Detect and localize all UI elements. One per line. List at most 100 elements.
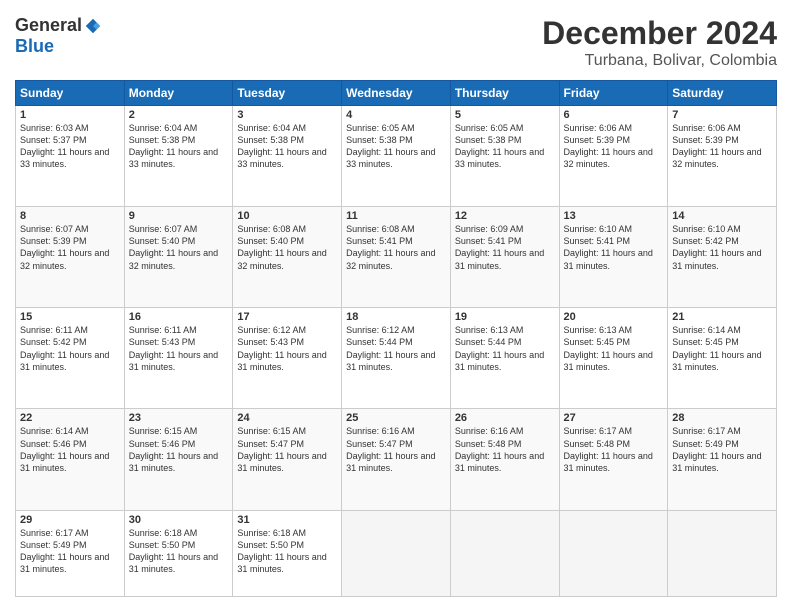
table-row: 12Sunrise: 6:09 AMSunset: 5:41 PMDayligh… (450, 207, 559, 308)
calendar-week-row: 1Sunrise: 6:03 AMSunset: 5:37 PMDaylight… (16, 106, 777, 207)
cell-text: Sunrise: 6:12 AMSunset: 5:44 PMDaylight:… (346, 324, 446, 373)
cell-text: Sunrise: 6:06 AMSunset: 5:39 PMDaylight:… (564, 122, 664, 171)
cell-text: Sunrise: 6:11 AMSunset: 5:43 PMDaylight:… (129, 324, 229, 373)
cell-text: Sunrise: 6:09 AMSunset: 5:41 PMDaylight:… (455, 223, 555, 272)
table-row: 4Sunrise: 6:05 AMSunset: 5:38 PMDaylight… (342, 106, 451, 207)
day-number: 1 (20, 109, 120, 121)
logo-general: General (15, 15, 82, 36)
table-row: 16Sunrise: 6:11 AMSunset: 5:43 PMDayligh… (124, 308, 233, 409)
cell-text: Sunrise: 6:14 AMSunset: 5:45 PMDaylight:… (672, 324, 772, 373)
day-number: 30 (129, 514, 229, 526)
cell-text: Sunrise: 6:17 AMSunset: 5:49 PMDaylight:… (20, 527, 120, 576)
page: General Blue December 2024 Turbana, Boli… (0, 0, 792, 612)
table-row: 7Sunrise: 6:06 AMSunset: 5:39 PMDaylight… (668, 106, 777, 207)
table-row: 22Sunrise: 6:14 AMSunset: 5:46 PMDayligh… (16, 409, 125, 510)
col-friday: Friday (559, 81, 668, 106)
day-number: 22 (20, 412, 120, 424)
cell-text: Sunrise: 6:11 AMSunset: 5:42 PMDaylight:… (20, 324, 120, 373)
day-number: 8 (20, 210, 120, 222)
day-number: 12 (455, 210, 555, 222)
calendar-week-row: 29Sunrise: 6:17 AMSunset: 5:49 PMDayligh… (16, 510, 777, 596)
table-row: 2Sunrise: 6:04 AMSunset: 5:38 PMDaylight… (124, 106, 233, 207)
cell-text: Sunrise: 6:13 AMSunset: 5:45 PMDaylight:… (564, 324, 664, 373)
calendar-week-row: 8Sunrise: 6:07 AMSunset: 5:39 PMDaylight… (16, 207, 777, 308)
cell-text: Sunrise: 6:04 AMSunset: 5:38 PMDaylight:… (129, 122, 229, 171)
day-number: 11 (346, 210, 446, 222)
col-sunday: Sunday (16, 81, 125, 106)
logo-icon (84, 17, 102, 35)
table-row: 17Sunrise: 6:12 AMSunset: 5:43 PMDayligh… (233, 308, 342, 409)
day-number: 20 (564, 311, 664, 323)
table-row: 26Sunrise: 6:16 AMSunset: 5:48 PMDayligh… (450, 409, 559, 510)
day-number: 9 (129, 210, 229, 222)
day-number: 31 (237, 514, 337, 526)
cell-text: Sunrise: 6:06 AMSunset: 5:39 PMDaylight:… (672, 122, 772, 171)
day-number: 25 (346, 412, 446, 424)
day-number: 16 (129, 311, 229, 323)
table-row (559, 510, 668, 596)
logo-blue: Blue (15, 36, 54, 57)
table-row (668, 510, 777, 596)
col-wednesday: Wednesday (342, 81, 451, 106)
day-number: 7 (672, 109, 772, 121)
day-number: 15 (20, 311, 120, 323)
col-monday: Monday (124, 81, 233, 106)
calendar: Sunday Monday Tuesday Wednesday Thursday… (15, 80, 777, 597)
day-number: 26 (455, 412, 555, 424)
cell-text: Sunrise: 6:05 AMSunset: 5:38 PMDaylight:… (455, 122, 555, 171)
calendar-week-row: 15Sunrise: 6:11 AMSunset: 5:42 PMDayligh… (16, 308, 777, 409)
cell-text: Sunrise: 6:16 AMSunset: 5:47 PMDaylight:… (346, 425, 446, 474)
day-number: 19 (455, 311, 555, 323)
day-number: 27 (564, 412, 664, 424)
table-row: 5Sunrise: 6:05 AMSunset: 5:38 PMDaylight… (450, 106, 559, 207)
table-row: 28Sunrise: 6:17 AMSunset: 5:49 PMDayligh… (668, 409, 777, 510)
cell-text: Sunrise: 6:08 AMSunset: 5:40 PMDaylight:… (237, 223, 337, 272)
cell-text: Sunrise: 6:15 AMSunset: 5:47 PMDaylight:… (237, 425, 337, 474)
cell-text: Sunrise: 6:13 AMSunset: 5:44 PMDaylight:… (455, 324, 555, 373)
day-number: 21 (672, 311, 772, 323)
day-number: 3 (237, 109, 337, 121)
table-row: 15Sunrise: 6:11 AMSunset: 5:42 PMDayligh… (16, 308, 125, 409)
table-row: 29Sunrise: 6:17 AMSunset: 5:49 PMDayligh… (16, 510, 125, 596)
day-number: 4 (346, 109, 446, 121)
table-row: 11Sunrise: 6:08 AMSunset: 5:41 PMDayligh… (342, 207, 451, 308)
month-title: December 2024 (542, 15, 777, 52)
calendar-header-row: Sunday Monday Tuesday Wednesday Thursday… (16, 81, 777, 106)
table-row: 25Sunrise: 6:16 AMSunset: 5:47 PMDayligh… (342, 409, 451, 510)
table-row (342, 510, 451, 596)
cell-text: Sunrise: 6:14 AMSunset: 5:46 PMDaylight:… (20, 425, 120, 474)
table-row: 27Sunrise: 6:17 AMSunset: 5:48 PMDayligh… (559, 409, 668, 510)
table-row (450, 510, 559, 596)
cell-text: Sunrise: 6:07 AMSunset: 5:39 PMDaylight:… (20, 223, 120, 272)
cell-text: Sunrise: 6:04 AMSunset: 5:38 PMDaylight:… (237, 122, 337, 171)
title-section: December 2024 Turbana, Bolivar, Colombia (542, 15, 777, 70)
table-row: 30Sunrise: 6:18 AMSunset: 5:50 PMDayligh… (124, 510, 233, 596)
cell-text: Sunrise: 6:08 AMSunset: 5:41 PMDaylight:… (346, 223, 446, 272)
cell-text: Sunrise: 6:16 AMSunset: 5:48 PMDaylight:… (455, 425, 555, 474)
table-row: 3Sunrise: 6:04 AMSunset: 5:38 PMDaylight… (233, 106, 342, 207)
day-number: 28 (672, 412, 772, 424)
logo: General Blue (15, 15, 102, 57)
day-number: 17 (237, 311, 337, 323)
day-number: 23 (129, 412, 229, 424)
cell-text: Sunrise: 6:03 AMSunset: 5:37 PMDaylight:… (20, 122, 120, 171)
table-row: 23Sunrise: 6:15 AMSunset: 5:46 PMDayligh… (124, 409, 233, 510)
day-number: 24 (237, 412, 337, 424)
day-number: 29 (20, 514, 120, 526)
cell-text: Sunrise: 6:12 AMSunset: 5:43 PMDaylight:… (237, 324, 337, 373)
day-number: 18 (346, 311, 446, 323)
day-number: 10 (237, 210, 337, 222)
day-number: 14 (672, 210, 772, 222)
col-thursday: Thursday (450, 81, 559, 106)
cell-text: Sunrise: 6:17 AMSunset: 5:48 PMDaylight:… (564, 425, 664, 474)
col-saturday: Saturday (668, 81, 777, 106)
day-number: 13 (564, 210, 664, 222)
table-row: 20Sunrise: 6:13 AMSunset: 5:45 PMDayligh… (559, 308, 668, 409)
day-number: 2 (129, 109, 229, 121)
cell-text: Sunrise: 6:18 AMSunset: 5:50 PMDaylight:… (237, 527, 337, 576)
header: General Blue December 2024 Turbana, Boli… (15, 15, 777, 70)
table-row: 31Sunrise: 6:18 AMSunset: 5:50 PMDayligh… (233, 510, 342, 596)
day-number: 6 (564, 109, 664, 121)
table-row: 13Sunrise: 6:10 AMSunset: 5:41 PMDayligh… (559, 207, 668, 308)
col-tuesday: Tuesday (233, 81, 342, 106)
